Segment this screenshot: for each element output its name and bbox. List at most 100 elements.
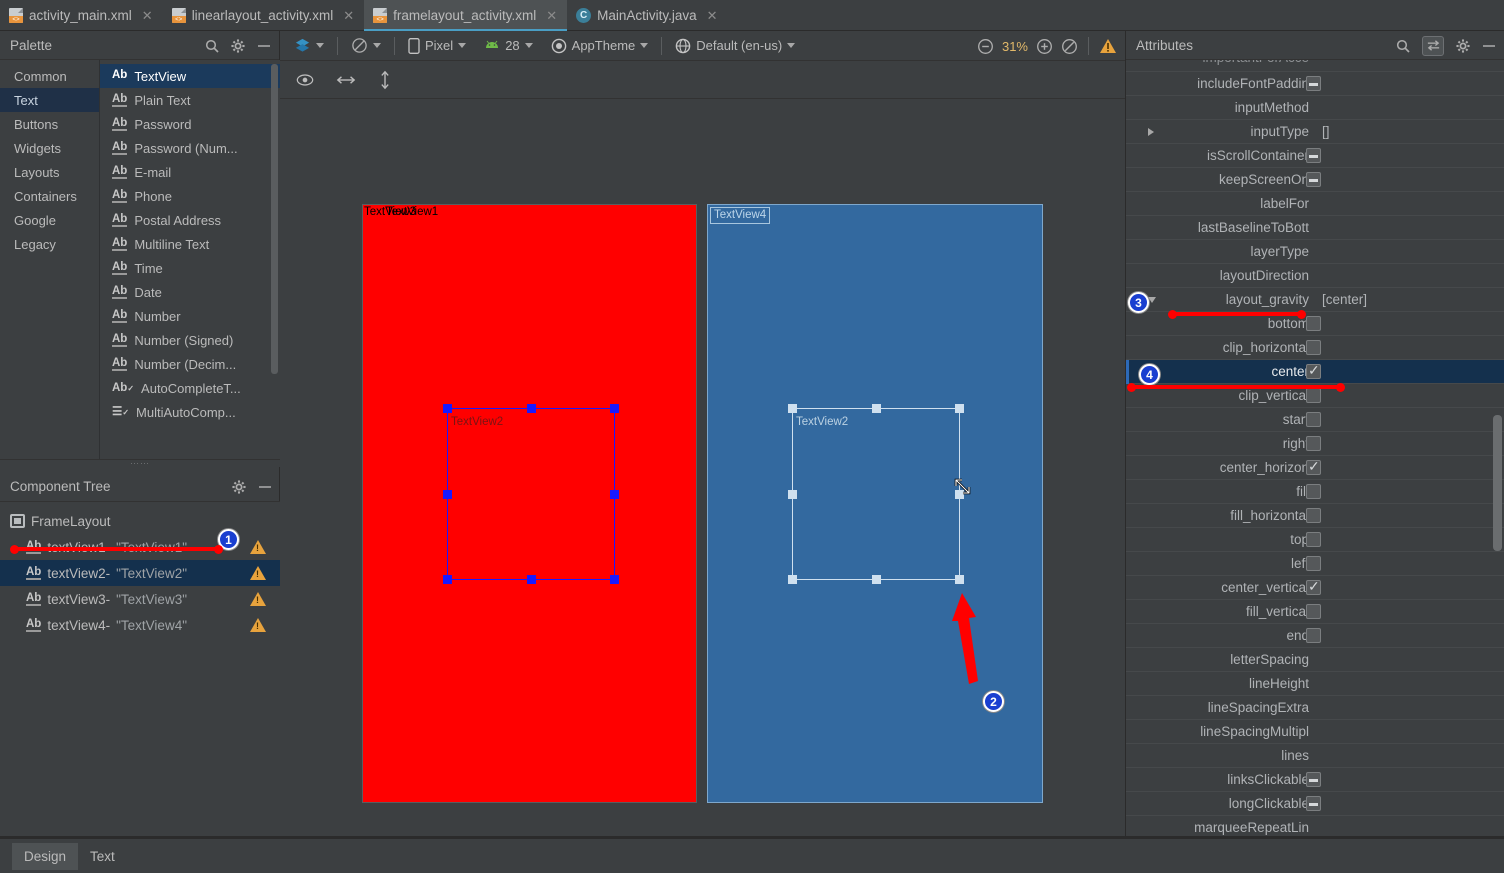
attr-row-gravity-left[interactable]: left [1126,552,1504,576]
zoom-in-icon[interactable] [1036,38,1053,55]
resize-handle-middle-left[interactable] [788,490,797,499]
palette-item-time[interactable]: Ab Time [100,256,280,280]
palette-item-multi-autocomplete-textview[interactable]: ☰✓ MultiAutoComp... [100,400,280,424]
palette-category-common[interactable]: Common [0,64,99,88]
attr-tristate-checkbox[interactable] [1306,148,1321,163]
attr-row-lineheight[interactable]: lineHeight [1126,672,1504,696]
attr-checkbox[interactable] [1306,388,1321,403]
tab-design[interactable]: Design [12,842,79,870]
palette-item-number[interactable]: Ab Number [100,304,280,328]
attr-row-gravity-fill-vertical[interactable]: fill_vertical [1126,600,1504,624]
attr-checkbox[interactable] [1306,436,1321,451]
attr-row-longclickable[interactable]: longClickable [1126,792,1504,816]
attr-row-lines[interactable]: lines [1126,744,1504,768]
attr-checkbox[interactable] [1306,532,1321,547]
attr-checkbox[interactable] [1306,412,1321,427]
close-icon[interactable]: ✕ [707,8,718,24]
attr-row-inputtype[interactable]: inputType [] [1126,120,1504,144]
palette-category-buttons[interactable]: Buttons [0,112,99,136]
minimize-icon[interactable] [1482,39,1496,53]
search-icon[interactable] [1396,39,1410,53]
warning-icon[interactable] [1099,38,1117,54]
close-icon[interactable]: ✕ [343,8,354,24]
panel-splitter[interactable]: ⋯⋯ [0,458,280,468]
warning-icon[interactable] [250,592,266,606]
swap-arrows-icon[interactable] [1422,35,1444,56]
attributes-scrollbar[interactable] [1493,415,1502,551]
attr-tristate-checkbox[interactable] [1306,172,1321,187]
attr-row-inputmethod[interactable]: inputMethod [1126,96,1504,120]
palette-item-email[interactable]: Ab E-mail [100,160,280,184]
resize-handle-top-right[interactable] [955,404,964,413]
tree-node-textview4[interactable]: Ab textView4- "TextView4" [0,612,280,638]
tree-node-textview3[interactable]: Ab textView3- "TextView3" [0,586,280,612]
minimize-icon[interactable] [257,39,271,53]
palette-scrollbar[interactable] [271,64,278,374]
attr-row-includefontpadding[interactable]: includeFontPaddin [1126,72,1504,96]
attr-row-keepscreenon[interactable]: keepScreenOn [1126,168,1504,192]
editor-tab-mainactivity-java[interactable]: C MainActivity.java ✕ [567,0,727,31]
tab-text[interactable]: Text [78,843,127,870]
warning-icon[interactable] [250,618,266,632]
palette-category-widgets[interactable]: Widgets [0,136,99,160]
resize-handle-top-left[interactable] [443,404,452,413]
attr-row-isscrollcontainer[interactable]: isScrollContainer [1126,144,1504,168]
palette-item-multiline-text[interactable]: Ab Multiline Text [100,232,280,256]
palette-category-text[interactable]: Text [0,88,99,112]
palette-item-autocomplete-textview[interactable]: Ab✓ AutoCompleteT... [100,376,280,400]
editor-tab-activity-main[interactable]: <> activity_main.xml ✕ [0,0,163,31]
minimize-icon[interactable] [258,480,272,494]
close-icon[interactable]: ✕ [142,8,153,24]
resize-handle-bottom-right[interactable] [610,575,619,584]
tree-node-textview2[interactable]: Ab textView2- "TextView2" [0,560,280,586]
attributes-row-list[interactable]: importantForAcce includeFontPaddin input… [1126,60,1504,838]
palette-item-phone[interactable]: Ab Phone [100,184,280,208]
editor-tab-framelayout-activity[interactable]: <> framelayout_activity.xml ✕ [364,0,568,31]
palette-item-plain-text[interactable]: Ab Plain Text [100,88,280,112]
zoom-fit-icon[interactable] [1061,38,1078,55]
resize-handle-bottom-center[interactable] [872,575,881,584]
attr-row-marqueerepeatlimit[interactable]: marqueeRepeatLin [1126,816,1504,838]
resize-handle-bottom-left[interactable] [443,575,452,584]
selection-box-blue[interactable]: TextView2 [788,404,964,584]
attr-checkbox[interactable] [1306,578,1321,595]
preview-frame-red[interactable]: TextView3 TextView1 TextView2 [362,204,697,803]
attr-checkbox[interactable] [1306,556,1321,571]
attr-checkbox[interactable] [1306,340,1321,355]
attr-row-lastbaselinetobottomheight[interactable]: lastBaselineToBott [1126,216,1504,240]
attr-row-gravity-right[interactable]: right [1126,432,1504,456]
attr-row-linksclickable[interactable]: linksClickable [1126,768,1504,792]
palette-category-containers[interactable]: Containers [0,184,99,208]
api-level-selector[interactable]: 28 [478,34,538,58]
attr-row-gravity-end[interactable]: end [1126,624,1504,648]
attr-row-labelfor[interactable]: labelFor [1126,192,1504,216]
palette-item-textview[interactable]: Ab TextView [100,64,280,88]
resize-handle-middle-right[interactable] [610,490,619,499]
attr-row-gravity-start[interactable]: start [1126,408,1504,432]
theme-selector[interactable]: AppTheme [545,34,655,58]
resize-handle-middle-left[interactable] [443,490,452,499]
attr-tristate-checkbox[interactable] [1306,76,1321,91]
attr-row-gravity-top[interactable]: top [1126,528,1504,552]
vertical-arrows-icon[interactable] [378,70,392,90]
design-mode-button[interactable] [288,34,330,58]
resize-handle-bottom-right[interactable] [955,575,964,584]
locale-selector[interactable]: Default (en-us) [669,34,801,58]
attr-row-linespacingextra[interactable]: lineSpacingExtra [1126,696,1504,720]
attr-tristate-checkbox[interactable] [1306,772,1321,787]
design-canvas[interactable]: TextView3 TextView1 TextView2 TextView4 … [280,100,1125,838]
attr-tristate-checkbox[interactable] [1306,796,1321,811]
palette-item-date[interactable]: Ab Date [100,280,280,304]
resize-handle-top-center[interactable] [527,404,536,413]
attr-row-layertype[interactable]: layerType [1126,240,1504,264]
palette-category-legacy[interactable]: Legacy [0,232,99,256]
attr-checkbox[interactable] [1306,362,1321,379]
editor-tab-linearlayout-activity[interactable]: <> linearlayout_activity.xml ✕ [163,0,364,31]
search-icon[interactable] [205,39,219,53]
resize-handle-top-center[interactable] [872,404,881,413]
resize-handle-top-left[interactable] [788,404,797,413]
zoom-out-icon[interactable] [977,38,994,55]
attr-row-layoutdirection[interactable]: layoutDirection [1126,264,1504,288]
palette-category-google[interactable]: Google [0,208,99,232]
attr-row-gravity-fill-horizontal[interactable]: fill_horizontal [1126,504,1504,528]
